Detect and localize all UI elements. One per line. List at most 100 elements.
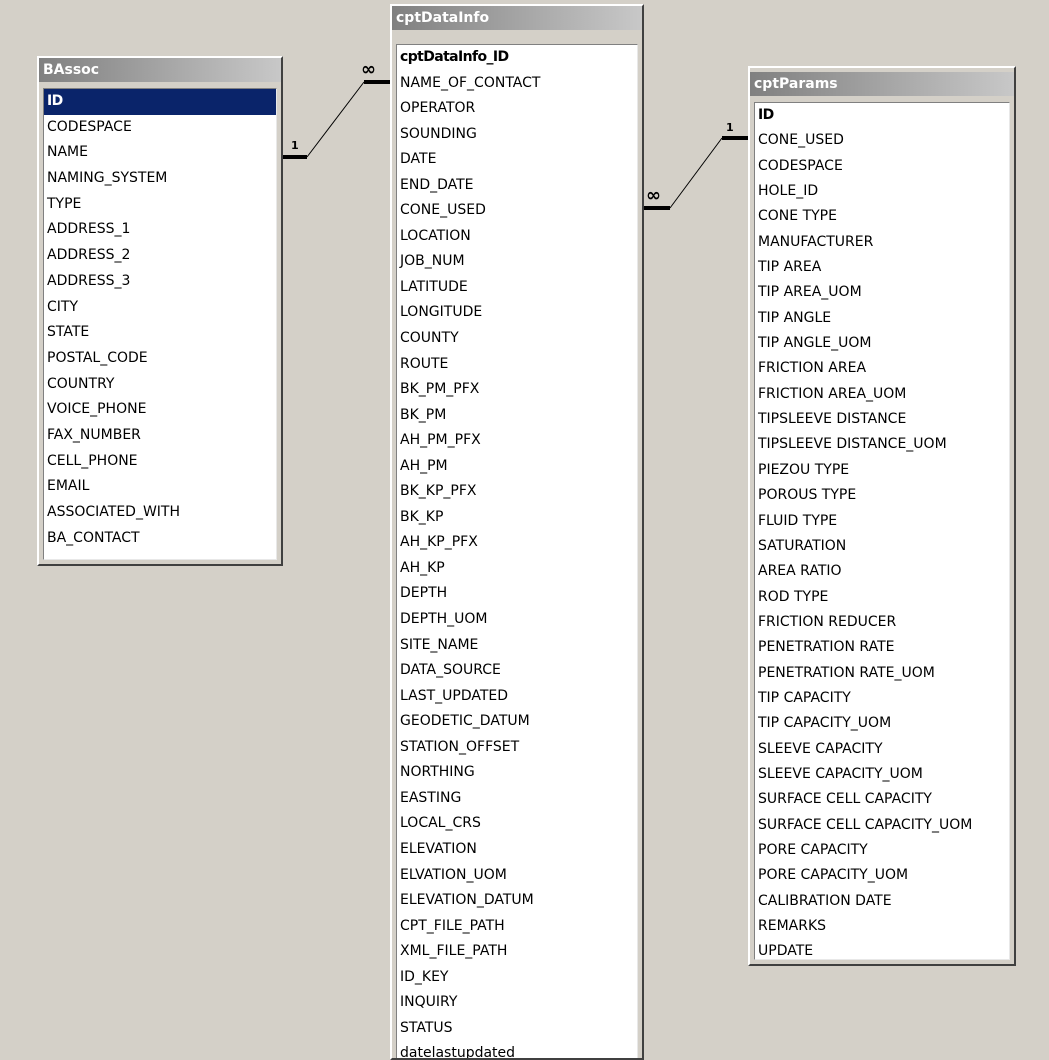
cptparams-field-row[interactable]: FLUID TYPE bbox=[755, 509, 1009, 534]
cptparams-field-row[interactable]: TIP CAPACITY_UOM bbox=[755, 711, 1009, 736]
cptdatainfo-field-row[interactable]: BK_PM bbox=[397, 403, 637, 429]
cptparams-field-row[interactable]: TIP ANGLE bbox=[755, 306, 1009, 331]
table-title-cptdatainfo[interactable]: cptDataInfo bbox=[392, 6, 642, 30]
cptdatainfo-field-row[interactable]: STATION_OFFSET bbox=[397, 735, 637, 761]
cptdatainfo-field-row[interactable]: STATUS bbox=[397, 1016, 637, 1042]
cptdatainfo-field-row[interactable]: datelastupdated bbox=[397, 1041, 637, 1058]
cptdatainfo-field-row[interactable]: SITE_NAME bbox=[397, 633, 637, 659]
cptdatainfo-field-row[interactable]: JOB_NUM bbox=[397, 249, 637, 275]
bassoc-field-row[interactable]: CITY bbox=[44, 295, 276, 321]
bassoc-field-row[interactable]: CELL_PHONE bbox=[44, 449, 276, 475]
cptdatainfo-field-row[interactable]: LAST_UPDATED bbox=[397, 684, 637, 710]
cptparams-field-row[interactable]: TIP AREA_UOM bbox=[755, 280, 1009, 305]
cptdatainfo-field-row[interactable]: CONE_USED bbox=[397, 198, 637, 224]
cptparams-field-row[interactable]: SLEEVE CAPACITY bbox=[755, 737, 1009, 762]
cptdatainfo-field-row[interactable]: DATA_SOURCE bbox=[397, 658, 637, 684]
cptdatainfo-field-row[interactable]: LATITUDE bbox=[397, 275, 637, 301]
table-window-cptdatainfo[interactable]: cptDataInfo cptDataInfo_ID NAME_OF_CONTAC… bbox=[390, 4, 644, 1060]
bassoc-field-row[interactable]: COUNTRY bbox=[44, 372, 276, 398]
cptparams-field-row[interactable]: TIPSLEEVE DISTANCE_UOM bbox=[755, 432, 1009, 457]
bassoc-field-row[interactable]: NAME bbox=[44, 140, 276, 166]
cptdatainfo-field-row[interactable]: ID_KEY bbox=[397, 965, 637, 991]
cptparams-field-row[interactable]: PENETRATION RATE_UOM bbox=[755, 661, 1009, 686]
bassoc-field-row[interactable]: ADDRESS_3 bbox=[44, 269, 276, 295]
cptdatainfo-field-row[interactable]: AH_KP_PFX bbox=[397, 530, 637, 556]
bassoc-field-row[interactable]: ADDRESS_1 bbox=[44, 217, 276, 243]
cptdatainfo-field-row[interactable]: INQUIRY bbox=[397, 990, 637, 1016]
cptdatainfo-field-row[interactable]: GEODETIC_DATUM bbox=[397, 709, 637, 735]
cptparams-field-row[interactable]: CONE TYPE bbox=[755, 204, 1009, 229]
cptparams-field-row[interactable]: ROD TYPE bbox=[755, 585, 1009, 610]
bassoc-field-row[interactable]: EMAIL bbox=[44, 474, 276, 500]
cptdatainfo-field-row[interactable]: DEPTH bbox=[397, 581, 637, 607]
cptdatainfo-field-row[interactable]: DATE bbox=[397, 147, 637, 173]
cptparams-field-row[interactable]: TIP CAPACITY bbox=[755, 686, 1009, 711]
cptdatainfo-field-row[interactable]: SOUNDING bbox=[397, 122, 637, 148]
bassoc-field-row[interactable]: STATE bbox=[44, 320, 276, 346]
cptparams-field-row[interactable]: FRICTION REDUCER bbox=[755, 610, 1009, 635]
cptparams-field-row[interactable]: FRICTION AREA bbox=[755, 356, 1009, 381]
cptparams-field-row[interactable]: TIP ANGLE_UOM bbox=[755, 331, 1009, 356]
cptparams-field-row[interactable]: FRICTION AREA_UOM bbox=[755, 382, 1009, 407]
cptdatainfo-field-row[interactable]: LOCATION bbox=[397, 224, 637, 250]
cptdatainfo-field-row[interactable]: AH_PM bbox=[397, 454, 637, 480]
cptdatainfo-field-row[interactable]: BK_KP bbox=[397, 505, 637, 531]
cptdatainfo-field-row[interactable]: ELVATION_UOM bbox=[397, 863, 637, 889]
cptparams-field-row[interactable]: SATURATION bbox=[755, 534, 1009, 559]
bassoc-field-row[interactable]: FAX_NUMBER bbox=[44, 423, 276, 449]
cptdatainfo-field-row[interactable]: LOCAL_CRS bbox=[397, 811, 637, 837]
bassoc-field-row[interactable]: ASSOCIATED_WITH bbox=[44, 500, 276, 526]
cptdatainfo-field-row[interactable]: BK_PM_PFX bbox=[397, 377, 637, 403]
bassoc-field-row[interactable]: ADDRESS_2 bbox=[44, 243, 276, 269]
cptdatainfo-field-row[interactable]: ELEVATION bbox=[397, 837, 637, 863]
cptparams-field-row[interactable]: CODESPACE bbox=[755, 154, 1009, 179]
bassoc-field-row[interactable]: POSTAL_CODE bbox=[44, 346, 276, 372]
bassoc-field-row[interactable]: TYPE bbox=[44, 192, 276, 218]
cptdatainfo-field-row[interactable]: AH_KP bbox=[397, 556, 637, 582]
bassoc-field-row[interactable]: BA_CONTACT bbox=[44, 526, 276, 552]
cptdatainfo-field-row[interactable]: COUNTY bbox=[397, 326, 637, 352]
cptdatainfo-cptparams-connector[interactable] bbox=[669, 137, 723, 209]
cptdatainfo-field-row[interactable]: CPT_FILE_PATH bbox=[397, 914, 637, 940]
cptdatainfo-field-row[interactable]: XML_FILE_PATH bbox=[397, 939, 637, 965]
field-list-bassoc[interactable]: ID CODESPACE NAME NAMING_SYSTEM TYPE ADDRESS_… bbox=[43, 88, 277, 560]
cptdatainfo-field-row[interactable]: BK_KP_PFX bbox=[397, 479, 637, 505]
cptparams-field-row[interactable]: MANUFACTURER bbox=[755, 230, 1009, 255]
cptparams-field-row[interactable]: TIP AREA bbox=[755, 255, 1009, 280]
cptdatainfo-field-row[interactable]: LONGITUDE bbox=[397, 300, 637, 326]
cptparams-field-row[interactable]: ID bbox=[755, 103, 1009, 128]
cptdatainfo-field-row[interactable]: cptDataInfo_ID bbox=[397, 45, 637, 71]
cptdatainfo-field-row[interactable]: OPERATOR bbox=[397, 96, 637, 122]
cptparams-field-row[interactable]: CALIBRATION DATE bbox=[755, 889, 1009, 914]
table-title-bassoc[interactable]: BAssoc bbox=[39, 58, 281, 82]
bassoc-field-row[interactable]: VOICE_PHONE bbox=[44, 397, 276, 423]
cptparams-field-row[interactable]: AREA RATIO bbox=[755, 559, 1009, 584]
cptdatainfo-field-row[interactable]: END_DATE bbox=[397, 173, 637, 199]
table-window-cptparams[interactable]: cptParams ID CONE_USED CODESPACE HOLE_ID CON… bbox=[748, 66, 1016, 966]
cptparams-field-row[interactable]: REMARKS bbox=[755, 914, 1009, 939]
bassoc-field-row[interactable]: ID bbox=[44, 89, 276, 115]
cptparams-field-row[interactable]: PENETRATION RATE bbox=[755, 635, 1009, 660]
field-list-cptparams[interactable]: ID CONE_USED CODESPACE HOLE_ID CONE TYPE MANU… bbox=[754, 102, 1010, 960]
bassoc-field-row[interactable]: NAMING_SYSTEM bbox=[44, 166, 276, 192]
cptparams-field-row[interactable]: POROUS TYPE bbox=[755, 483, 1009, 508]
table-title-cptparams[interactable]: cptParams bbox=[750, 72, 1014, 96]
bassoc-field-row[interactable]: CODESPACE bbox=[44, 115, 276, 141]
table-window-bassoc[interactable]: BAssoc ID CODESPACE NAME NAMING_SYSTEM TYPE A… bbox=[37, 56, 283, 566]
cptparams-field-row[interactable]: PORE CAPACITY_UOM bbox=[755, 863, 1009, 888]
cptparams-field-row[interactable]: SLEEVE CAPACITY_UOM bbox=[755, 762, 1009, 787]
cptparams-field-row[interactable]: CONE_USED bbox=[755, 128, 1009, 153]
cptdatainfo-field-row[interactable]: ELEVATION_DATUM bbox=[397, 888, 637, 914]
cptdatainfo-field-row[interactable]: DEPTH_UOM bbox=[397, 607, 637, 633]
field-list-cptdatainfo[interactable]: cptDataInfo_ID NAME_OF_CONTACT OPERATOR SOU… bbox=[396, 44, 638, 1058]
cptdatainfo-field-row[interactable]: EASTING bbox=[397, 786, 637, 812]
cptparams-field-row[interactable]: PIEZOU TYPE bbox=[755, 458, 1009, 483]
bassoc-cptdatainfo-connector[interactable] bbox=[306, 81, 365, 158]
cptdatainfo-field-row[interactable]: ROUTE bbox=[397, 352, 637, 378]
cptparams-field-row[interactable]: SURFACE CELL CAPACITY bbox=[755, 787, 1009, 812]
cptparams-field-row[interactable]: PORE CAPACITY bbox=[755, 838, 1009, 863]
cptdatainfo-field-row[interactable]: NORTHING bbox=[397, 760, 637, 786]
cptparams-field-row[interactable]: TIPSLEEVE DISTANCE bbox=[755, 407, 1009, 432]
cptparams-field-row[interactable]: UPDATE bbox=[755, 939, 1009, 959]
cptdatainfo-field-row[interactable]: NAME_OF_CONTACT bbox=[397, 71, 637, 97]
